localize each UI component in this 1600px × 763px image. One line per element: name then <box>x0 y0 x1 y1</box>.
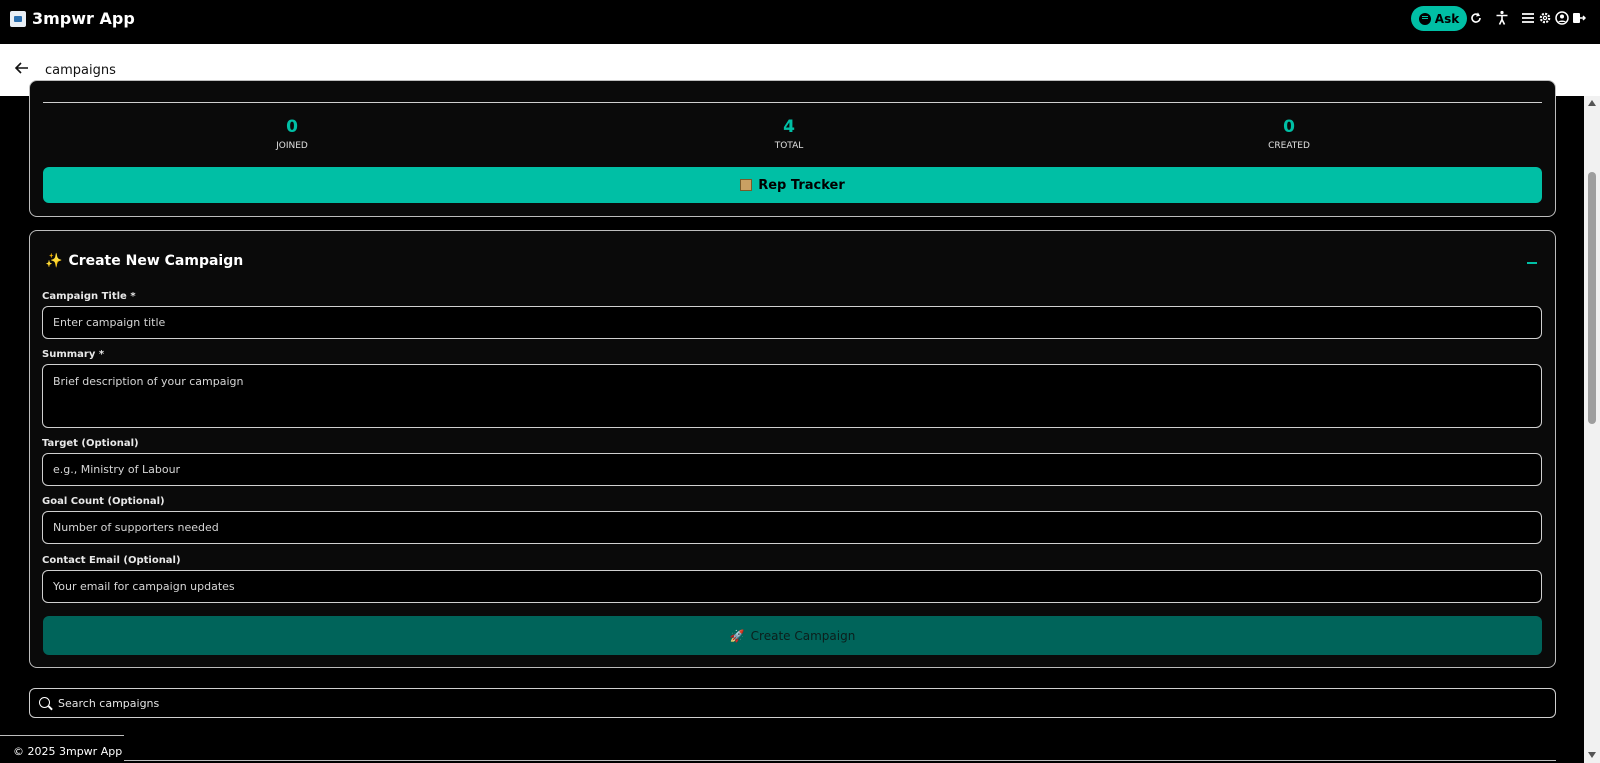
top-bar: 3mpwr App Ask <box>0 0 1600 44</box>
create-campaign-label: Create Campaign <box>750 628 856 643</box>
campaign-title-input[interactable] <box>42 306 1542 339</box>
target-input[interactable] <box>42 453 1542 486</box>
profile-icon[interactable] <box>1554 10 1570 26</box>
ask-label: Ask <box>1434 11 1460 26</box>
logout-icon[interactable] <box>1571 10 1587 26</box>
package-icon <box>740 179 753 191</box>
stat-created-value: 0 <box>1283 117 1295 137</box>
app-title[interactable]: 3mpwr App <box>32 9 135 28</box>
create-campaign-title: Create New Campaign <box>68 253 244 269</box>
search-bar[interactable] <box>29 688 1556 718</box>
create-campaign-button[interactable]: 🚀 Create Campaign <box>43 616 1542 655</box>
scrollbar-thumb[interactable] <box>1588 172 1596 424</box>
campaign-title-label: Campaign Title * <box>42 291 136 302</box>
contact-email-input[interactable] <box>42 570 1542 603</box>
rep-tracker-label: Rep Tracker <box>758 177 845 193</box>
contact-email-label: Contact Email (Optional) <box>42 555 181 566</box>
sparkle-icon: ✨ <box>45 253 63 269</box>
collapse-icon[interactable] <box>1527 262 1537 264</box>
summary-label: Summary * <box>42 349 105 360</box>
stat-total-label: TOTAL <box>774 141 804 151</box>
ask-button[interactable]: Ask <box>1411 6 1467 31</box>
summary-textarea[interactable] <box>42 364 1542 428</box>
target-label: Target (Optional) <box>42 438 139 449</box>
create-campaign-heading[interactable]: ✨ Create New Campaign <box>45 253 243 269</box>
scroll-down-icon[interactable] <box>1588 752 1596 758</box>
footer: © 2025 3mpwr App <box>0 735 124 763</box>
search-icon <box>39 697 50 708</box>
stat-created-label: CREATED <box>1268 141 1310 151</box>
next-card-edge <box>124 760 1556 761</box>
goal-count-input[interactable] <box>42 511 1542 544</box>
refresh-icon[interactable] <box>1468 10 1484 26</box>
search-input[interactable] <box>58 689 1538 717</box>
chat-bubble-icon <box>1418 12 1431 25</box>
app-logo-icon[interactable] <box>10 11 26 27</box>
gear-icon[interactable] <box>1537 10 1553 26</box>
rep-tracker-button[interactable]: Rep Tracker <box>43 167 1542 203</box>
stats-divider <box>43 102 1542 103</box>
accessibility-icon[interactable] <box>1494 10 1510 26</box>
stat-joined: 0 JOINED <box>192 117 392 151</box>
footer-copyright: © 2025 3mpwr App <box>13 745 123 758</box>
stat-total: 4 TOTAL <box>689 117 889 151</box>
stat-total-value: 4 <box>783 117 795 137</box>
back-arrow-icon[interactable] <box>12 58 32 78</box>
stat-joined-value: 0 <box>286 117 298 137</box>
page-title: campaigns <box>45 63 116 78</box>
menu-icon[interactable] <box>1520 10 1536 26</box>
rocket-icon: 🚀 <box>729 628 745 643</box>
scroll-up-icon[interactable] <box>1588 100 1596 106</box>
stat-joined-label: JOINED <box>276 141 308 151</box>
stat-created: 0 CREATED <box>1189 117 1389 151</box>
goal-count-label: Goal Count (Optional) <box>42 496 165 507</box>
